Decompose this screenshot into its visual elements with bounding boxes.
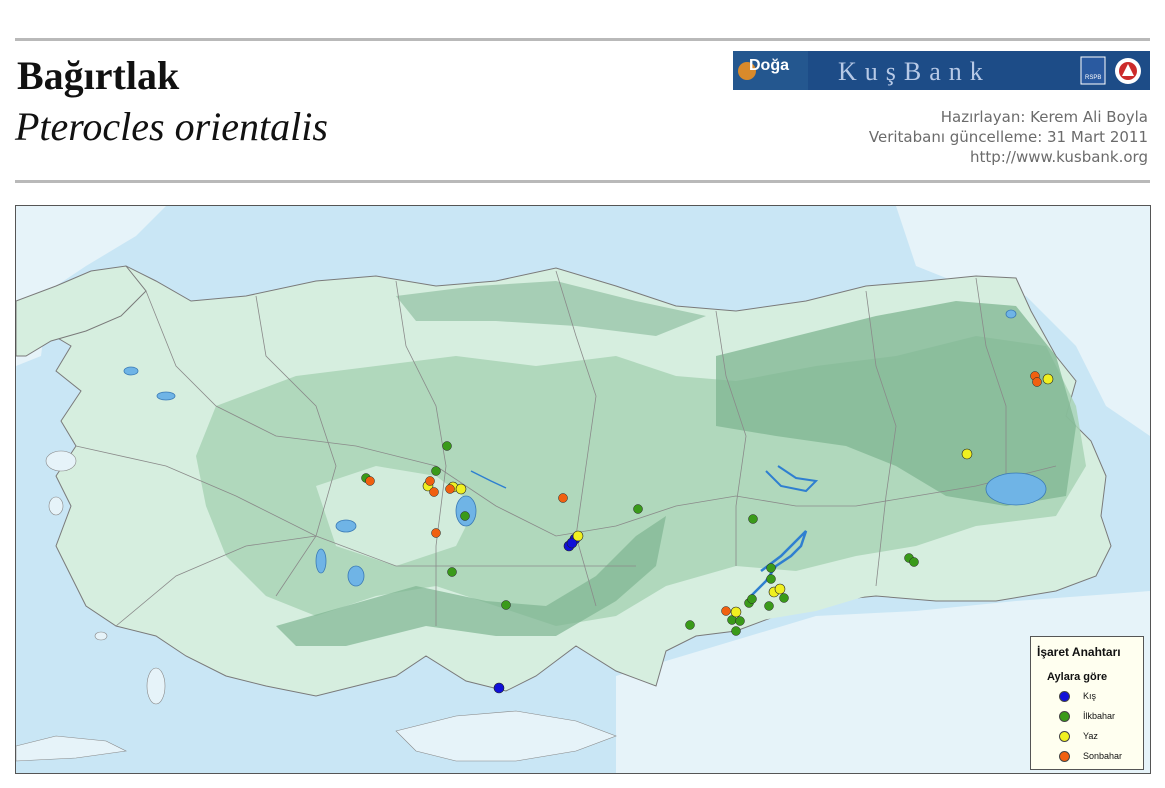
obs-spring bbox=[748, 514, 758, 524]
obs-summer bbox=[961, 448, 973, 460]
legend-label-winter: Kış bbox=[1083, 691, 1097, 701]
map-legend: İşaret Anahtarı Aylara göre Kış İlkbahar… bbox=[1030, 636, 1144, 770]
obs-spring bbox=[447, 567, 457, 577]
obs-spring bbox=[501, 600, 511, 610]
obs-spring bbox=[779, 593, 789, 603]
obs-autumn bbox=[1032, 377, 1042, 387]
obs-spring bbox=[633, 504, 643, 514]
common-name-title: Bağırtlak bbox=[17, 53, 180, 98]
island-lesbos bbox=[45, 450, 77, 472]
obs-spring bbox=[431, 466, 441, 476]
obs-autumn bbox=[445, 484, 455, 494]
rspb-logo-text: RSPB bbox=[1085, 75, 1102, 81]
obs-winter bbox=[493, 682, 505, 694]
lake-tuz bbox=[455, 495, 477, 527]
obs-autumn bbox=[558, 493, 568, 503]
obs-summer bbox=[1042, 373, 1054, 385]
lake-beysehir bbox=[347, 565, 365, 587]
lake-burdur bbox=[335, 519, 357, 533]
obs-autumn bbox=[721, 606, 731, 616]
lake-egirdir bbox=[315, 548, 327, 574]
obs-spring bbox=[764, 601, 774, 611]
lake-van bbox=[985, 472, 1047, 506]
island-rhodes bbox=[146, 667, 166, 705]
obs-autumn bbox=[431, 528, 441, 538]
lake-uluabat bbox=[156, 391, 176, 401]
obs-spring bbox=[731, 626, 741, 636]
kusbank-banner[interactable]: Doğa KuşBank RSPB bbox=[733, 51, 1150, 90]
legend-swatch-summer bbox=[1059, 731, 1070, 742]
lake-manyas bbox=[123, 366, 139, 376]
top-rule bbox=[15, 38, 1150, 41]
legend-subtitle: Aylara göre bbox=[1047, 671, 1108, 683]
legend-swatch-spring bbox=[1059, 711, 1070, 722]
obs-spring bbox=[766, 563, 776, 573]
obs-autumn bbox=[365, 476, 375, 486]
scientific-name-title: Pterocles orientalis bbox=[15, 104, 328, 149]
map-canvas bbox=[16, 206, 1150, 773]
doga-logo-text: Doğa bbox=[749, 57, 789, 74]
island-crete bbox=[16, 735, 127, 762]
legend-swatch-autumn bbox=[1059, 751, 1070, 762]
legend-label-spring: İlkbahar bbox=[1083, 711, 1116, 721]
obs-spring bbox=[735, 616, 745, 626]
legend-label-summer: Yaz bbox=[1083, 731, 1098, 741]
obs-summer bbox=[774, 583, 786, 595]
obs-spring bbox=[766, 574, 776, 584]
obs-spring bbox=[747, 594, 757, 604]
obs-spring bbox=[460, 511, 470, 521]
obs-summer bbox=[730, 606, 742, 618]
lake-cildir bbox=[1005, 309, 1017, 319]
legend-title: İşaret Anahtarı bbox=[1037, 645, 1121, 659]
obs-spring bbox=[685, 620, 695, 630]
distribution-map bbox=[15, 205, 1151, 774]
legend-label-autumn: Sonbahar bbox=[1083, 751, 1123, 761]
obs-autumn bbox=[425, 476, 435, 486]
obs-summer bbox=[572, 530, 584, 542]
website-link[interactable]: http://www.kusbank.org bbox=[970, 148, 1148, 167]
db-update-date: Veritabanı güncelleme: 31 Mart 2011 bbox=[868, 128, 1148, 146]
obs-spring bbox=[442, 441, 452, 451]
island-kos bbox=[94, 631, 108, 641]
prepared-by: Hazırlayan: Kerem Ali Boyla bbox=[940, 108, 1148, 126]
obs-autumn bbox=[429, 487, 439, 497]
island-chios bbox=[48, 496, 64, 516]
island-cyprus bbox=[395, 710, 617, 762]
obs-summer bbox=[455, 483, 467, 495]
obs-spring bbox=[909, 557, 919, 567]
bottom-rule bbox=[15, 180, 1150, 183]
kusbank-logo-text: KuşBank bbox=[838, 57, 991, 86]
legend-swatch-winter bbox=[1059, 691, 1070, 702]
